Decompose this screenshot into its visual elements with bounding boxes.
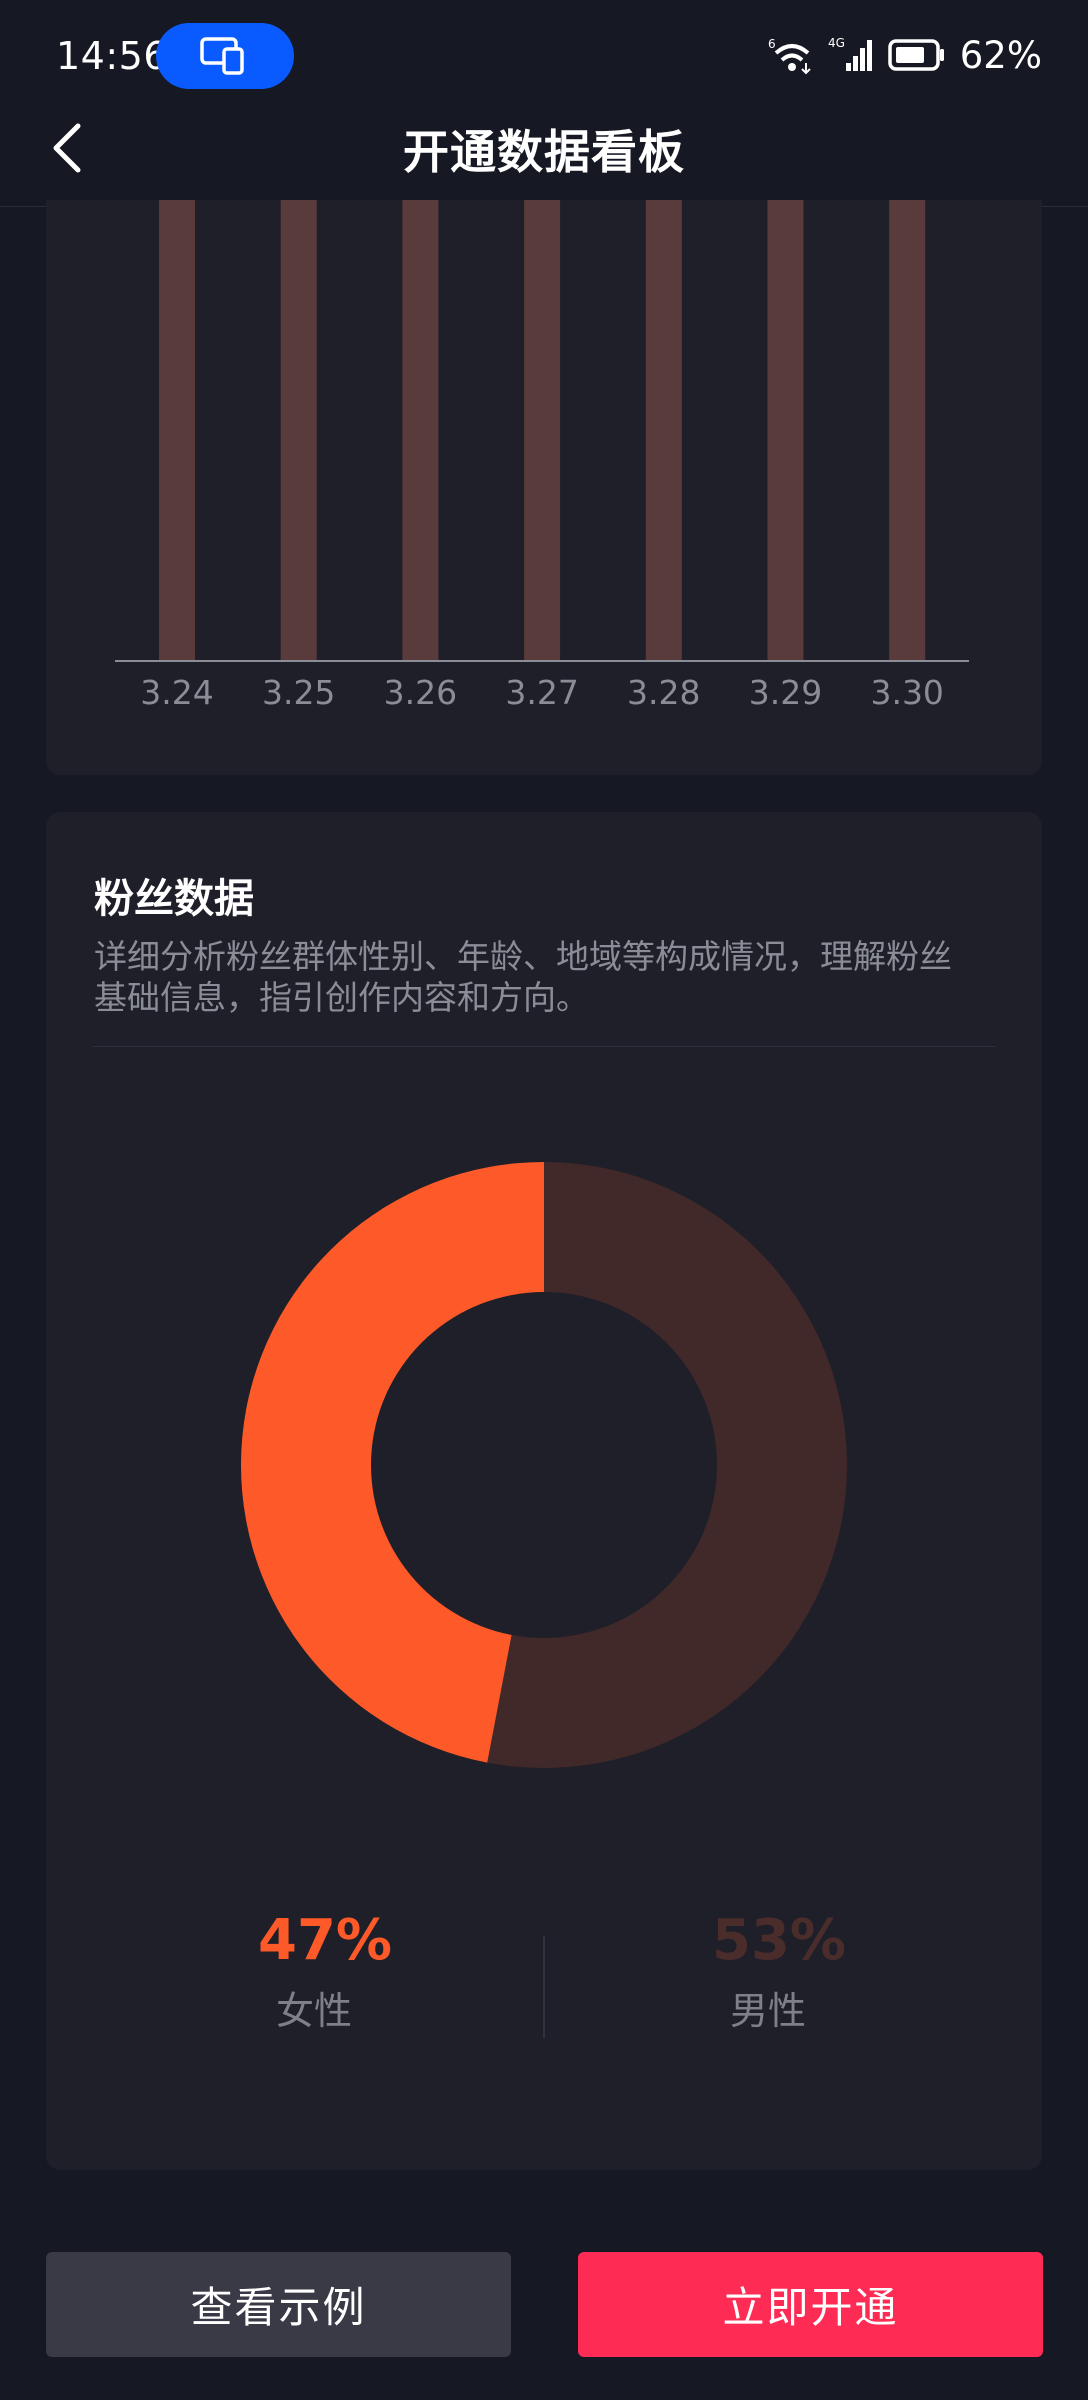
activate-now-button[interactable]: 立即开通 bbox=[578, 2252, 1043, 2357]
bar-3.27 bbox=[524, 200, 561, 661]
battery-icon bbox=[888, 39, 944, 71]
system-icons: 6 4G 62% bbox=[768, 30, 1042, 80]
fans-data-card: 粉丝数据 详细分析粉丝群体性别、年龄、地域等构成情况，理解粉丝基础信息，指引创作… bbox=[46, 812, 1042, 2170]
card-title: 粉丝数据 bbox=[94, 876, 254, 922]
bar-3.29 bbox=[767, 200, 804, 661]
card-description: 详细分析粉丝群体性别、年龄、地域等构成情况，理解粉丝基础信息，指引创作内容和方向… bbox=[94, 937, 952, 1017]
x-tick-label: 3.29 bbox=[749, 673, 822, 712]
status-time: 14:56 bbox=[56, 34, 169, 78]
gender-donut-chart bbox=[240, 1162, 847, 1768]
screen-cast-pill[interactable] bbox=[156, 23, 294, 89]
multi-device-icon bbox=[200, 37, 244, 75]
bar-chart: 3.24 3.25 3.26 3.27 3.28 3.29 3.30 bbox=[115, 200, 969, 712]
x-tick-label: 3.28 bbox=[627, 673, 700, 712]
bar-3.25 bbox=[280, 200, 317, 661]
nav-header: 开通数据看板 bbox=[0, 100, 1088, 207]
battery-percent: 62% bbox=[959, 33, 1042, 77]
bar-3.30 bbox=[889, 200, 926, 661]
x-tick-label: 3.25 bbox=[262, 673, 335, 712]
status-bar: 14:56 6 4G 62% bbox=[0, 0, 1088, 115]
x-tick-label: 3.30 bbox=[870, 673, 943, 712]
x-tick-label: 3.24 bbox=[140, 673, 213, 712]
female-label: 女性 bbox=[276, 1989, 353, 2033]
signal-badge: 4G bbox=[828, 36, 845, 50]
wifi-icon: 6 bbox=[768, 37, 811, 75]
bar-3.26 bbox=[402, 200, 439, 661]
bar-3.24 bbox=[159, 200, 195, 661]
page-title: 开通数据看板 bbox=[403, 125, 685, 179]
x-tick-label: 3.26 bbox=[384, 673, 457, 712]
male-label: 男性 bbox=[730, 1989, 807, 2033]
bar-3.28 bbox=[645, 200, 682, 661]
legend-divider bbox=[543, 1936, 545, 2038]
cellular-signal-icon: 4G bbox=[828, 36, 872, 71]
male-percent: 53% bbox=[712, 1908, 847, 1973]
x-tick-label: 3.27 bbox=[505, 673, 578, 712]
donut-slice-female bbox=[240, 1162, 544, 1763]
view-example-button[interactable]: 查看示例 bbox=[46, 2252, 511, 2357]
wifi-badge: 6 bbox=[768, 37, 776, 51]
trend-chart-card: 3.24 3.25 3.26 3.27 3.28 3.29 3.30 bbox=[46, 200, 1042, 775]
female-percent: 47% bbox=[258, 1908, 393, 1973]
divider bbox=[92, 1046, 996, 1047]
